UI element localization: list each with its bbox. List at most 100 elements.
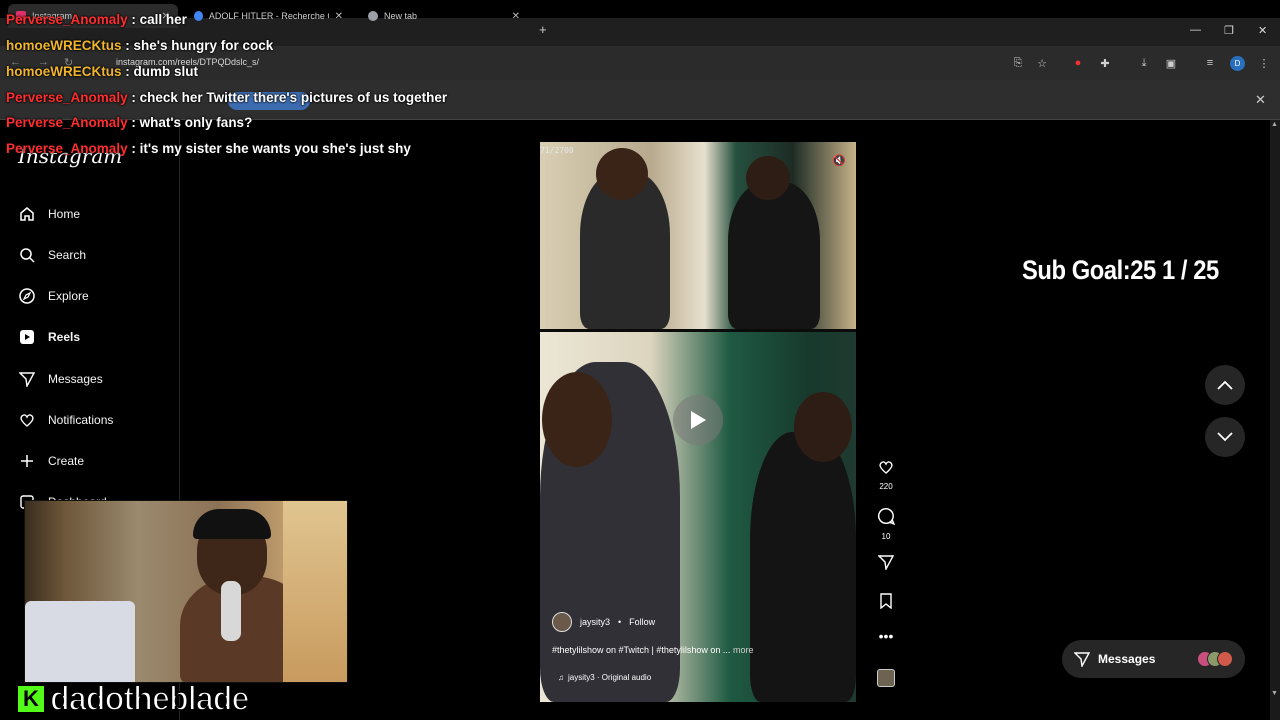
bookmark-icon: [880, 593, 892, 610]
audio-thumbnail[interactable]: [877, 669, 895, 687]
home-icon: [18, 205, 36, 223]
chat-username: Perverse_Anomaly: [6, 115, 128, 130]
chat-text: : what's only fans?: [131, 115, 253, 130]
reel-video[interactable]: 71/2700 🔇 jaysity3 • Follow #thetylilsho…: [540, 142, 856, 702]
person-head: [542, 372, 612, 467]
messages-pill[interactable]: Messages: [1062, 640, 1245, 678]
heart-icon: [18, 411, 36, 429]
separator-dot: •: [618, 617, 622, 627]
chat-text: : check her Twitter there's pictures of …: [131, 90, 448, 105]
search-icon: [18, 246, 36, 264]
chat-username: Perverse_Anomaly: [6, 12, 128, 27]
menu-kebab-icon[interactable]: ⋮: [1257, 56, 1271, 70]
bookmark-star-icon[interactable]: ☆: [1035, 56, 1049, 70]
door: [283, 501, 347, 682]
chrome-favicon-icon: [368, 11, 378, 21]
tab-close-icon[interactable]: ✕: [335, 11, 343, 22]
sidebar-item-home[interactable]: Home: [18, 205, 80, 223]
author-username[interactable]: jaysity3: [580, 617, 610, 627]
reel-video-top-frame: [540, 142, 856, 329]
profile-avatar[interactable]: D: [1230, 56, 1245, 71]
tab-title: ADOLF HITLER - Recherche Goo: [208, 11, 329, 21]
install-app-icon[interactable]: ⎘: [1011, 56, 1025, 70]
extensions-puzzle-icon[interactable]: ✚: [1098, 56, 1112, 70]
beanie: [193, 509, 271, 539]
like-count: 220: [879, 482, 893, 491]
next-reel-button[interactable]: [1205, 417, 1245, 457]
microphone: [221, 581, 241, 641]
sidebar-item-label: Reels: [48, 330, 81, 344]
chat-username: Perverse_Anomaly: [6, 141, 128, 156]
heart-icon: [879, 461, 893, 474]
compass-icon: [18, 287, 36, 305]
messages-label: Messages: [1098, 652, 1156, 666]
bed: [25, 601, 135, 682]
messages-icon: [18, 370, 36, 388]
kick-logo-icon: K: [16, 684, 46, 714]
chat-text: : she's hungry for cock: [125, 38, 274, 53]
scroll-down-arrow-icon[interactable]: ▼: [1271, 690, 1278, 697]
tab-search-icon[interactable]: ▣: [1164, 56, 1178, 70]
chat-message: Perverse_Anomaly : call her: [6, 12, 187, 27]
person-head: [794, 392, 852, 462]
minimize-icon[interactable]: —: [1190, 24, 1201, 36]
sidebar-item-label: Explore: [48, 289, 89, 303]
info-bar-close-icon[interactable]: ✕: [1255, 92, 1266, 108]
play-icon: [691, 411, 706, 429]
reel-frame-counter: 71/2700: [540, 146, 574, 155]
sidebar-item-search[interactable]: Search: [18, 246, 86, 264]
save-button[interactable]: [872, 593, 900, 614]
new-tab-plus-icon[interactable]: +: [539, 22, 547, 37]
tab-close-icon[interactable]: ✕: [512, 11, 520, 22]
message-avatars: [1197, 651, 1233, 667]
follow-button[interactable]: Follow: [629, 617, 655, 627]
audio-label: jaysity3 · Original audio: [568, 673, 652, 682]
sidebar-item-explore[interactable]: Explore: [18, 287, 89, 305]
google-favicon-icon: [194, 11, 203, 21]
page-scrollbar[interactable]: [1270, 120, 1280, 720]
comment-icon: [878, 507, 896, 526]
chat-text: : dumb slut: [125, 64, 199, 79]
more-options-icon[interactable]: •••: [872, 628, 900, 644]
music-note-icon: ♫: [558, 673, 564, 682]
restore-icon[interactable]: ❐: [1224, 24, 1234, 37]
sub-goal-overlay: Sub Goal:25 1 / 25: [1022, 255, 1219, 285]
person-head: [596, 148, 648, 200]
play-button[interactable]: [673, 395, 723, 445]
previous-reel-button[interactable]: [1205, 365, 1245, 405]
sidebar-item-create[interactable]: Create: [18, 452, 84, 470]
chevron-down-icon: [1217, 432, 1233, 442]
extension-red-icon[interactable]: ●: [1071, 56, 1085, 70]
screen: Instagram ✕ ADOLF HITLER - Recherche Goo…: [0, 0, 1280, 720]
like-button[interactable]: 220: [872, 459, 900, 491]
author-avatar[interactable]: [552, 612, 572, 632]
sidebar-item-messages[interactable]: Messages: [18, 370, 103, 388]
sidebar-item-label: Search: [48, 248, 87, 262]
comment-button[interactable]: 10: [872, 507, 900, 541]
sidebar-item-label: Home: [48, 207, 81, 221]
download-icon[interactable]: ⤓: [1137, 56, 1151, 70]
tab-new-tab[interactable]: New tab ✕: [360, 4, 528, 28]
caption-more-link[interactable]: more: [733, 645, 754, 655]
sidebar-item-notifications[interactable]: Notifications: [18, 411, 113, 429]
chat-username: Perverse_Anomaly: [6, 90, 128, 105]
chat-message: Perverse_Anomaly : what's only fans?: [6, 115, 252, 130]
reel-author: jaysity3 • Follow: [552, 612, 655, 632]
scroll-up-arrow-icon[interactable]: ▲: [1271, 121, 1278, 128]
window-close-icon[interactable]: ✕: [1258, 24, 1267, 37]
share-button[interactable]: [872, 554, 900, 575]
reel-caption: #thetylilshow on #Twitch | #thetylilshow…: [552, 645, 753, 655]
chat-message: homoeWRECKtus : dumb slut: [6, 64, 198, 79]
chat-message: Perverse_Anomaly : check her Twitter the…: [6, 90, 447, 105]
chat-username: homoeWRECKtus: [6, 38, 122, 53]
sidebar-item-label: Messages: [48, 372, 103, 386]
reel-audio[interactable]: ♫ jaysity3 · Original audio: [558, 673, 651, 682]
chat-text: : call her: [131, 12, 187, 27]
media-controls-icon[interactable]: ≡: [1203, 56, 1217, 70]
reels-icon: [18, 328, 36, 346]
sidebar-item-reels[interactable]: Reels: [18, 328, 80, 346]
person-head: [746, 156, 790, 200]
person-black-shirt: [728, 182, 820, 329]
volume-icon[interactable]: 🔇: [832, 154, 846, 167]
tab-google-search[interactable]: ADOLF HITLER - Recherche Goo ✕: [186, 4, 351, 28]
